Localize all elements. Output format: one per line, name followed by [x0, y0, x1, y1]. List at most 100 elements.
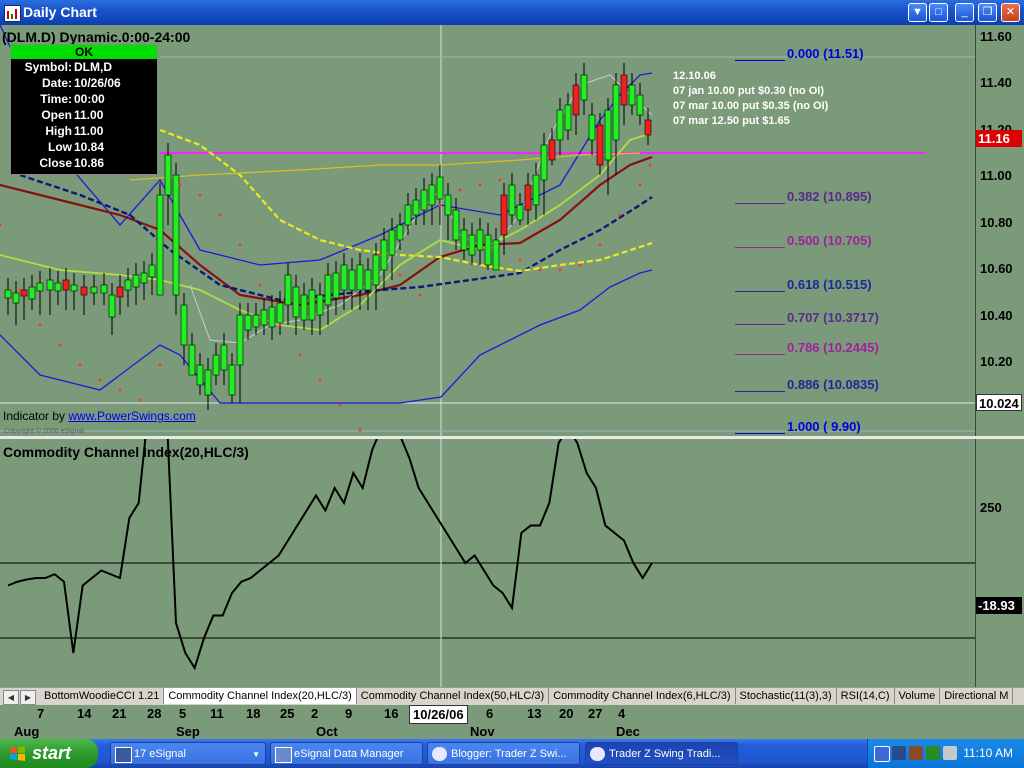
info-label: Symbol:	[24, 60, 72, 74]
tab-indicator[interactable]: Commodity Channel Index(20,HLC/3)	[164, 688, 357, 704]
clock: 11:10 AM	[963, 746, 1013, 760]
chart-app-icon	[4, 5, 21, 22]
candle-body	[20, 289, 28, 297]
tab-indicator[interactable]: Directional M	[940, 688, 1014, 704]
tab-scroll-left-icon[interactable]: ◀	[3, 690, 19, 705]
window-title-bar[interactable]: Daily Chart ▼ □ _ ❐ ✕	[0, 0, 1024, 25]
candle-body	[292, 286, 300, 318]
candle-body	[276, 302, 284, 324]
candle-body	[420, 189, 428, 211]
fib-level-line	[735, 290, 785, 292]
annotation-line: 07 mar 12.50 put $1.65	[673, 115, 790, 127]
fib-level-label: 0.500 (10.705)	[787, 232, 872, 248]
fib-level-line	[735, 353, 785, 355]
candle-body	[596, 124, 604, 166]
sar-dot	[518, 258, 522, 262]
sar-dot	[318, 378, 322, 382]
tab-indicator[interactable]: Commodity Channel Index(6,HLC/3)	[549, 688, 736, 704]
price-tick-label: 10.20	[980, 354, 1013, 369]
candle-body	[556, 109, 564, 141]
date-tick-label: 9	[345, 706, 353, 721]
fib-level-label: 0.618 (10.515)	[787, 276, 872, 292]
price-tick-label: 11.60	[980, 29, 1012, 44]
candle-body	[180, 304, 188, 346]
sar-dot	[298, 353, 302, 357]
tab-indicator[interactable]: BottomWoodieCCI 1.21	[40, 688, 165, 704]
candle-body	[444, 194, 452, 216]
taskbar-button-esignal[interactable]: 17 eSignal ▼	[110, 742, 266, 765]
close-button[interactable]: ✕	[1001, 3, 1020, 22]
date-tick-label: 20	[559, 706, 574, 721]
cci-chart[interactable]	[0, 439, 975, 687]
esignal-icon	[115, 747, 132, 763]
info-row-symbol: Symbol: DLM,D	[11, 59, 157, 75]
candle-body	[628, 84, 636, 106]
printer-icon[interactable]	[909, 746, 923, 760]
maximize-button[interactable]: ❐	[978, 3, 997, 22]
start-label: start	[32, 743, 72, 763]
date-axis[interactable]: 7 14 21 28 5 11 18 25 2 9 16 6 13 20 27 4 Aug Sep Oct Nov De…	[0, 705, 1024, 739]
sar-dot	[138, 398, 142, 402]
candle-body	[436, 176, 444, 200]
network-icon[interactable]	[892, 746, 906, 760]
chevron-down-icon: ▼	[252, 750, 260, 759]
selected-date-label: 10/26/06	[409, 705, 468, 724]
volume-icon[interactable]	[943, 746, 957, 760]
tab-indicator[interactable]: RSI(14,C)	[837, 688, 895, 704]
sar-dot	[338, 403, 342, 407]
candle-body	[564, 104, 572, 131]
date-tick-label: 21	[112, 706, 127, 721]
price-tick-label: 11.40	[980, 75, 1012, 91]
annotation-line: 12.10.06	[673, 70, 716, 82]
candle-body	[124, 279, 132, 291]
candle-body	[54, 282, 62, 292]
tab-indicator[interactable]: Stochastic(11(3),3)	[736, 688, 837, 704]
candle-body	[588, 114, 596, 141]
sar-dot	[238, 243, 242, 247]
candle-body	[244, 314, 252, 331]
minimize-button[interactable]: _	[955, 3, 974, 22]
candle-body	[204, 369, 212, 396]
taskbar-button-blogger[interactable]: Blogger: Trader Z Swi...	[427, 742, 580, 765]
dropdown-icon[interactable]: ▼	[908, 3, 927, 22]
date-tick-label: 27	[588, 706, 603, 721]
candle-body	[252, 314, 260, 328]
sar-dot	[578, 263, 582, 267]
powerswings-link[interactable]: www.PowerSwings.com	[68, 409, 195, 423]
candle-body	[80, 286, 88, 296]
date-tick-label: 11	[210, 706, 224, 721]
cci-axis[interactable]	[975, 439, 1024, 687]
sar-dot	[118, 388, 122, 392]
info-value: 11.00	[74, 108, 104, 122]
fib-level-line	[735, 202, 785, 204]
taskbar-button-trader-z[interactable]: Trader Z Swing Tradi...	[585, 742, 738, 765]
tray-chevron-icon[interactable]	[874, 746, 890, 762]
taskbar-button-label: 17 eSignal	[134, 748, 186, 760]
candle-body	[492, 239, 500, 271]
info-row-open: Open 11.00	[11, 107, 157, 123]
sar-dot	[198, 193, 202, 197]
price-tick-label: 11.00	[980, 168, 1012, 184]
tab-scroll-right-icon[interactable]: ▶	[20, 690, 36, 705]
sar-dot	[438, 203, 442, 207]
candle-body	[428, 184, 436, 206]
candle-body	[636, 94, 644, 116]
fib-level-line	[735, 433, 785, 434]
candle-body	[572, 84, 580, 116]
candle-body	[388, 229, 396, 256]
sar-dot	[358, 428, 362, 432]
fib-level-label: 0.786 (10.2445)	[787, 339, 879, 355]
restore-icon[interactable]: □	[929, 3, 948, 22]
taskbar-button-data-manager[interactable]: eSignal Data Manager	[270, 742, 423, 765]
date-tick-label: 13	[527, 706, 542, 721]
tab-indicator[interactable]: Commodity Channel Index(50,HLC/3)	[357, 688, 550, 704]
sar-dot	[618, 213, 622, 217]
info-value: 00:00	[74, 92, 105, 106]
sar-dot	[218, 213, 222, 217]
tab-indicator[interactable]: Volume	[895, 688, 941, 704]
internet-explorer-icon	[432, 747, 447, 761]
candle-body	[524, 184, 532, 211]
security-icon[interactable]	[926, 746, 940, 760]
info-label: Low	[48, 140, 72, 154]
start-button[interactable]: start	[0, 739, 98, 768]
